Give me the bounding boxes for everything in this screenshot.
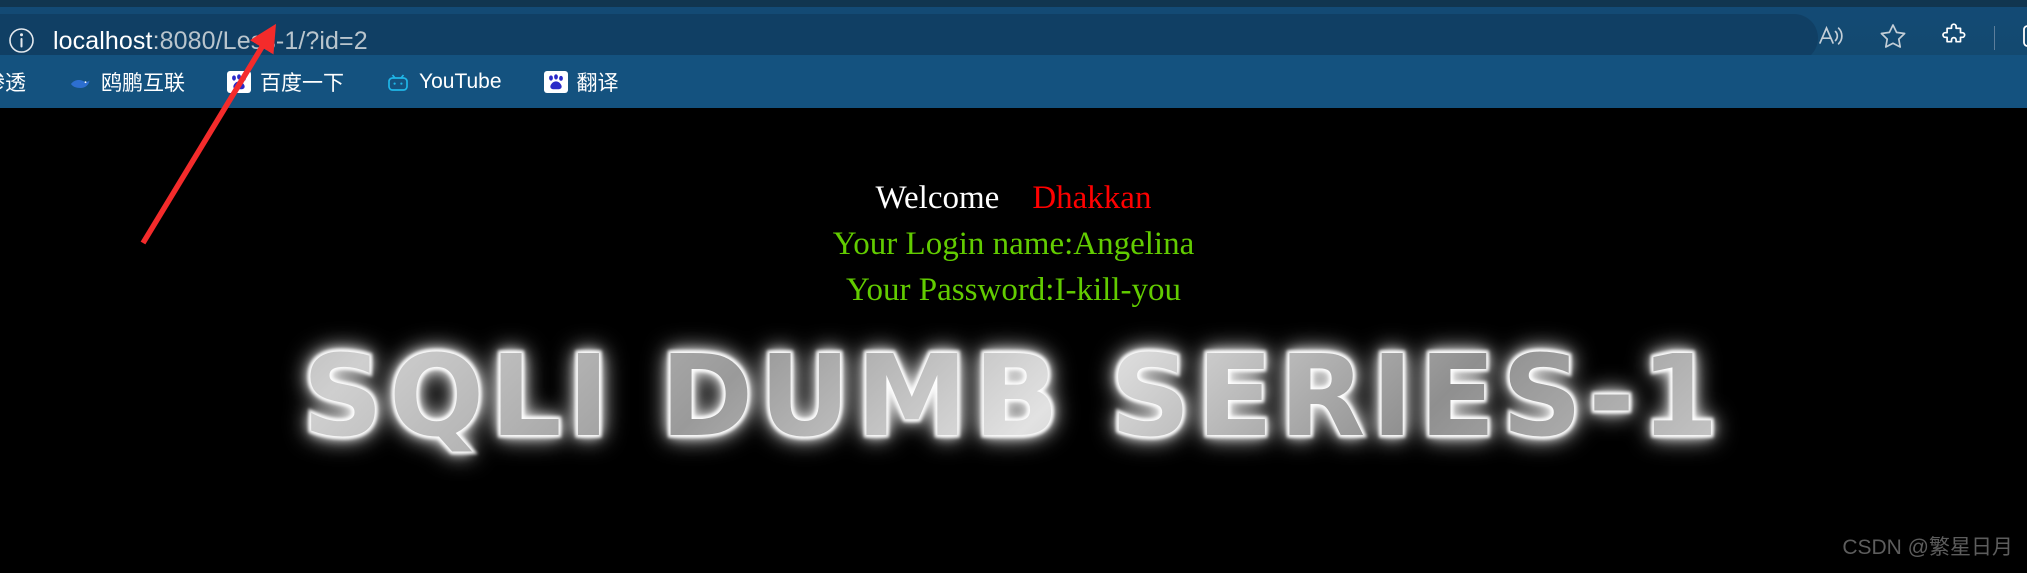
toolbar-divider xyxy=(1994,26,1995,50)
bookmark-item-4[interactable]: 翻译 xyxy=(534,63,629,101)
info-circle-icon[interactable] xyxy=(8,27,35,54)
page-content: Welcome Dhakkan Your Login name:Angelina… xyxy=(0,108,2027,573)
bookmark-item-3[interactable]: YouTube xyxy=(376,63,512,101)
tab-strip-edge xyxy=(0,0,2027,7)
password-line: Your Password:I-kill-you xyxy=(846,272,1181,308)
url-host: localhost xyxy=(53,27,153,55)
extensions-puzzle-icon xyxy=(1940,21,1970,56)
read-aloud-icon xyxy=(1816,21,1846,56)
watermark: CSDN @繁星日月 xyxy=(1842,536,2013,559)
bookmark-item-2[interactable]: 百度一下 xyxy=(217,63,354,101)
bookmarks-bar: 渗透 鸥鹏互联 百度一下 xyxy=(0,55,2027,108)
url-text[interactable]: localhost:8080/Less-1/?id=2 xyxy=(53,27,368,55)
bookmark-label: 百度一下 xyxy=(260,71,344,95)
login-name-line: Your Login name:Angelina xyxy=(832,226,1195,262)
hero-title: SQLI DUMB SERIES-1 xyxy=(0,338,2027,456)
bird-icon xyxy=(68,70,92,94)
browser-window: localhost:8080/Less-1/?id=2 透 鸥鹏互联 百度一下 … xyxy=(0,0,2027,573)
username-value: Dhakkan xyxy=(1032,180,1152,216)
bookmark-item-1[interactable]: 鸥鹏互联 xyxy=(58,63,195,101)
baidu-fanyi-icon xyxy=(543,70,568,94)
welcome-block: Welcome Dhakkan Your Login name:Angelina… xyxy=(0,175,2027,313)
url-path: :8080/Less-1/?id=2 xyxy=(152,27,368,55)
favorite-star-icon xyxy=(1878,21,1908,56)
welcome-label: Welcome xyxy=(875,180,1033,216)
welcome-line: Welcome Dhakkan xyxy=(0,175,2027,221)
bookmark-item-0[interactable]: 渗透 xyxy=(0,63,36,101)
browser-toolbar: localhost:8080/Less-1/?id=2 xyxy=(0,7,2027,62)
bookmark-label: 翻译 xyxy=(576,71,619,95)
youtube-icon xyxy=(386,70,410,94)
bookmark-label: 鸥鹏互联 xyxy=(101,71,185,95)
bookmark-label: YouTube xyxy=(419,69,502,93)
collections-icon xyxy=(2019,21,2027,56)
bookmark-label: 渗透 xyxy=(0,71,26,95)
baidu-icon xyxy=(227,70,251,94)
